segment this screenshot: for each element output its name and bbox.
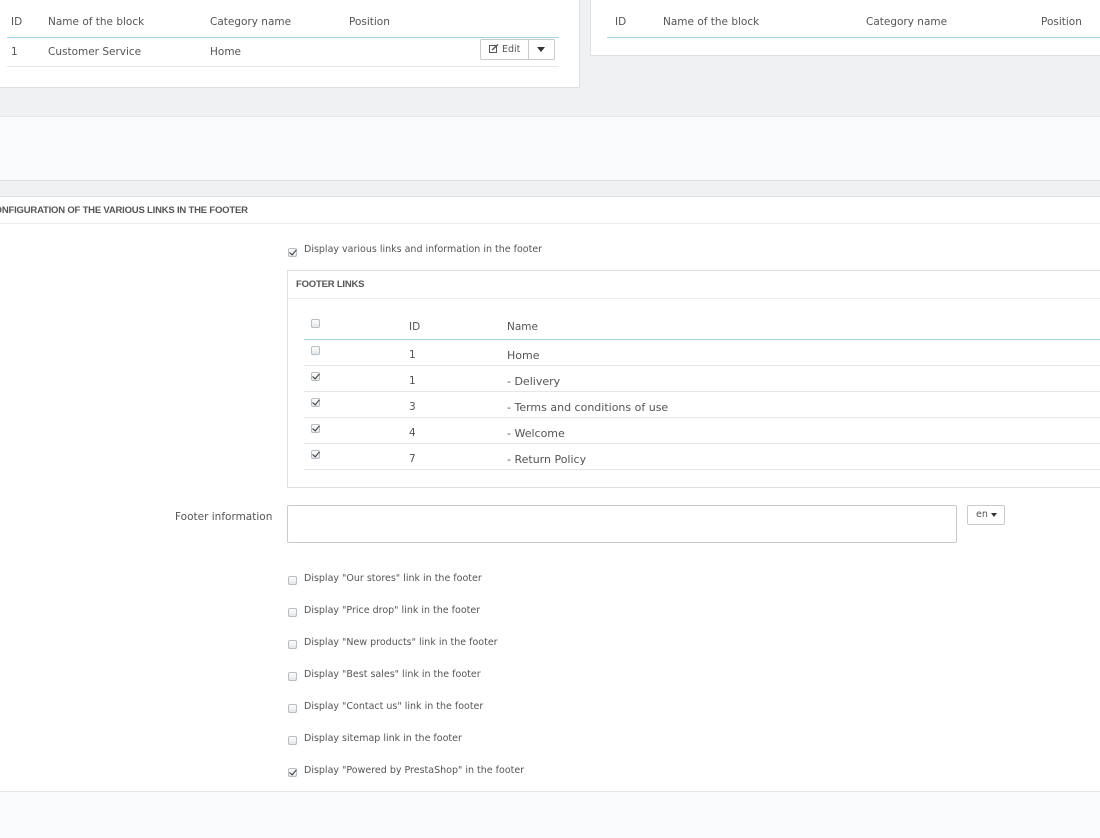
cell-name: - Delivery — [507, 375, 561, 388]
right-block-panel: ID Name of the block Category name Posit… — [590, 0, 1100, 56]
option-checkbox[interactable] — [288, 640, 297, 649]
option-checkbox[interactable] — [288, 736, 297, 745]
language-label: en — [976, 509, 988, 520]
row-checkbox[interactable] — [311, 424, 320, 433]
footer-config-panel: CONFIGURATION OF THE VARIOUS LINKS IN TH… — [0, 196, 1100, 838]
row-divider — [304, 391, 1100, 392]
edit-button[interactable]: Edit — [481, 40, 529, 59]
cell-category: Home — [210, 46, 242, 58]
caret-down-icon — [537, 47, 545, 52]
footer-information-label: Footer information — [175, 511, 273, 523]
option-checkbox[interactable] — [288, 672, 297, 681]
select-all-checkbox[interactable] — [311, 319, 320, 328]
row-divider — [304, 365, 1100, 366]
cell-id: 3 — [409, 401, 416, 413]
cell-name: - Return Policy — [507, 453, 587, 466]
footer-links-box: FOOTER LINKS ID Name 1 Home 1 - Delivery… — [287, 270, 1100, 488]
cell-id: 1 — [409, 349, 416, 361]
cell-name: Customer Service — [48, 46, 142, 58]
display-links-checkbox[interactable] — [288, 248, 297, 257]
row-divider — [7, 66, 559, 67]
column-header-id: ID — [409, 321, 421, 333]
row-divider — [304, 417, 1100, 418]
row-checkbox[interactable] — [311, 398, 320, 407]
cell-id: 1 — [11, 46, 18, 58]
row-checkbox[interactable] — [311, 346, 320, 355]
display-links-label: Display various links and information in… — [304, 244, 543, 255]
panel-footer — [0, 116, 1100, 181]
row-checkbox[interactable] — [311, 372, 320, 381]
edit-label: Edit — [502, 44, 521, 55]
footer-information-field[interactable] — [287, 505, 957, 543]
header-divider — [7, 37, 559, 38]
option-label: Display "New products" link in the foote… — [304, 637, 498, 648]
option-checkbox[interactable] — [288, 768, 297, 777]
column-header-name: Name — [507, 321, 538, 333]
pencil-icon — [489, 44, 499, 53]
box-title-divider — [288, 298, 1100, 299]
option-label: Display "Price drop" link in the footer — [304, 605, 481, 616]
left-block-panel: ID Name of the block Category name Posit… — [0, 0, 580, 88]
option-label: Display sitemap link in the footer — [304, 733, 462, 744]
edit-dropdown-toggle[interactable] — [528, 40, 554, 59]
row-divider — [304, 469, 1100, 470]
option-label: Display "Contact us" link in the footer — [304, 701, 484, 712]
panel-title: CONFIGURATION OF THE VARIOUS LINKS IN TH… — [0, 205, 248, 216]
caret-down-icon — [991, 513, 997, 517]
footer-links-title: FOOTER LINKS — [296, 279, 365, 290]
header-divider — [304, 339, 1100, 340]
option-label: Display "Our stores" link in the footer — [304, 573, 482, 584]
option-label: Display "Powered by PrestaShop" in the f… — [304, 765, 525, 776]
cell-id: 4 — [409, 427, 416, 439]
option-checkbox[interactable] — [288, 608, 297, 617]
cell-name: Home — [507, 349, 540, 362]
language-dropdown[interactable]: en — [967, 505, 1005, 525]
row-divider — [304, 443, 1100, 444]
panel-footer — [0, 791, 1100, 838]
cell-name: - Welcome — [507, 427, 565, 440]
row-checkbox[interactable] — [311, 450, 320, 459]
header-divider — [607, 37, 1100, 38]
cell-name: - Terms and conditions of use — [507, 401, 669, 414]
option-checkbox[interactable] — [288, 576, 297, 585]
option-label: Display "Best sales" link in the footer — [304, 669, 481, 680]
option-checkbox[interactable] — [288, 704, 297, 713]
cell-id: 7 — [409, 453, 416, 465]
cell-id: 1 — [409, 375, 416, 387]
title-divider — [0, 223, 1100, 224]
edit-button-group: Edit — [480, 39, 555, 60]
